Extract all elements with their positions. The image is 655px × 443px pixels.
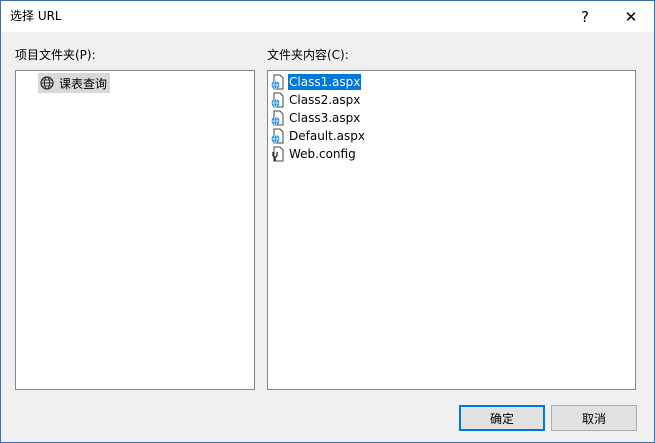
help-icon: ? <box>581 7 589 26</box>
aspx-file-icon <box>271 92 284 108</box>
help-button[interactable]: ? <box>562 1 608 32</box>
file-name: Class3.aspx <box>289 111 361 125</box>
file-item-default[interactable]: Default.aspx <box>270 127 366 145</box>
ok-button[interactable]: 确定 <box>459 405 545 431</box>
file-item-class1[interactable]: Class1.aspx <box>270 73 366 91</box>
close-icon: ✕ <box>624 7 638 26</box>
project-folders-label: 项目文件夹(P): <box>15 48 96 62</box>
aspx-file-icon <box>271 128 284 144</box>
project-folders-tree[interactable]: 课表查询 <box>15 70 255 390</box>
folder-contents-list[interactable]: Class1.aspx Class2.aspx Class3.aspx Defa… <box>267 70 636 390</box>
aspx-file-icon <box>271 110 284 126</box>
file-name: Class2.aspx <box>289 93 361 107</box>
folder-contents-label: 文件夹内容(C): <box>267 48 349 62</box>
config-file-icon <box>272 146 284 162</box>
file-name: Default.aspx <box>289 129 365 143</box>
file-name: Class1.aspx <box>288 74 362 90</box>
aspx-file-icon <box>271 74 284 90</box>
file-item-class2[interactable]: Class2.aspx <box>270 91 366 109</box>
file-item-web-config[interactable]: Web.config <box>270 145 366 163</box>
window-title: 选择 URL <box>10 9 62 23</box>
file-name: Web.config <box>289 147 356 161</box>
tree-node-label: 课表查询 <box>59 76 108 91</box>
title-bar: 选择 URL ? ✕ <box>1 1 654 32</box>
file-item-class3[interactable]: Class3.aspx <box>270 109 366 127</box>
cancel-button[interactable]: 取消 <box>551 405 637 431</box>
select-url-dialog: 选择 URL ? ✕ 项目文件夹(P): 文件夹内容(C): 课表查询 Clas… <box>0 0 655 443</box>
globe-icon <box>40 76 54 90</box>
tree-node-course-query[interactable]: 课表查询 <box>38 73 111 93</box>
close-button[interactable]: ✕ <box>608 1 654 32</box>
